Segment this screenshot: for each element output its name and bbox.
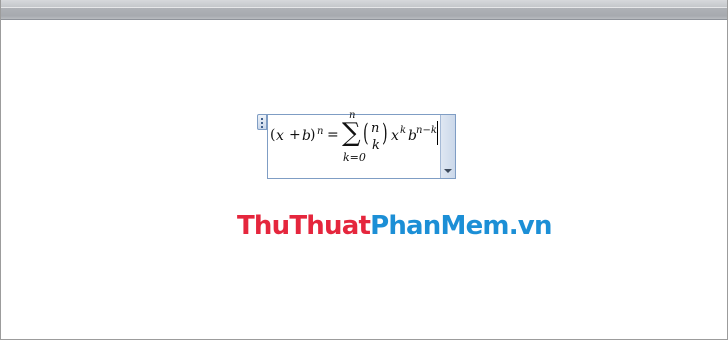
binom-close-paren: ) — [382, 119, 388, 147]
site-logo: ThuThuatPhanMem.vn — [237, 208, 552, 244]
text-cursor — [437, 121, 438, 145]
b-exponent: n−k — [416, 125, 437, 136]
handle-dot — [261, 126, 263, 128]
equation-container[interactable] — [267, 114, 456, 179]
binom-open-paren: ( — [363, 119, 369, 147]
lhs-plus: + — [289, 127, 301, 143]
sum-symbol: ∑ — [342, 118, 361, 148]
chevron-down-icon — [444, 169, 452, 173]
logo-part-blue: PhanMem.vn — [370, 211, 552, 241]
lhs-open-paren: ( — [270, 127, 276, 143]
lhs-exponent: n — [317, 126, 324, 137]
handle-dot — [261, 118, 263, 120]
window-top-bar — [1, 0, 727, 20]
x-exponent: k — [400, 125, 407, 136]
equals-sign: = — [327, 127, 339, 143]
lhs-x: x — [276, 128, 284, 144]
equation-options-button[interactable] — [440, 115, 455, 178]
drag-dots-icon[interactable] — [257, 114, 267, 130]
logo-part-red: ThuThuat — [237, 211, 371, 241]
sum-lower-limit: k=0 — [343, 151, 366, 164]
x-variable: x — [391, 128, 399, 144]
binom-bottom: k — [372, 138, 380, 153]
document-viewport: ( x + b ) n = n ∑ k=0 ( n k ) x k b n−k … — [0, 0, 728, 340]
binom-top: n — [371, 121, 380, 136]
handle-dot — [261, 122, 263, 124]
lhs-close-paren: ) — [310, 127, 316, 143]
top-bar-highlight — [1, 7, 727, 8]
